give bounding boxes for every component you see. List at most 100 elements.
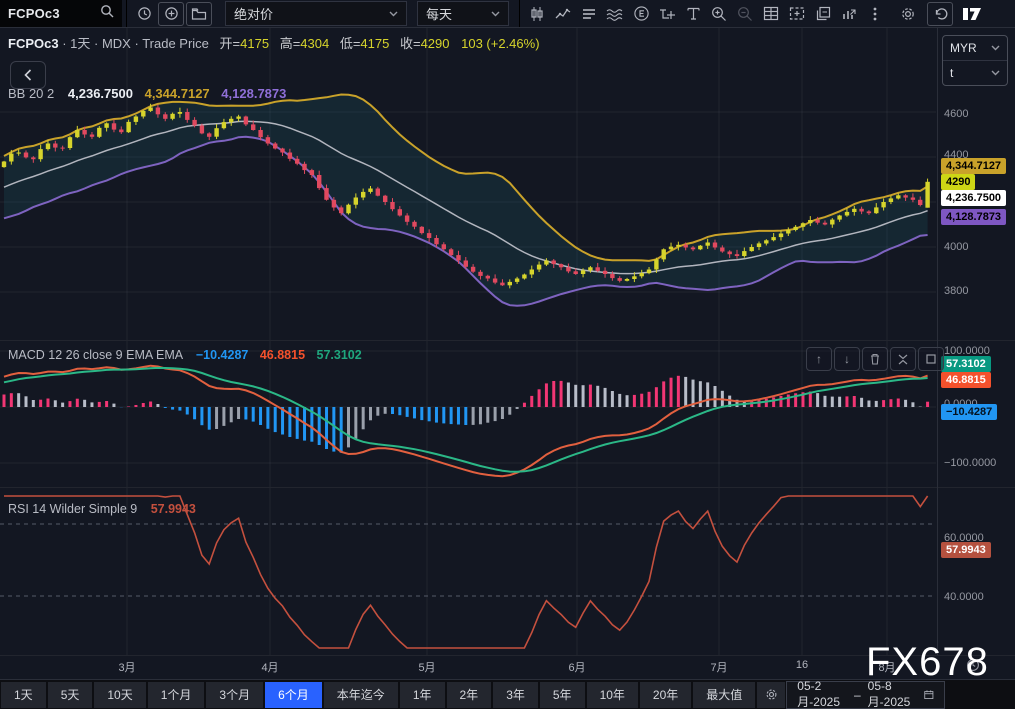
- range-ytd[interactable]: 本年迄今: [324, 682, 398, 708]
- range-max[interactable]: 最大值: [693, 682, 755, 708]
- rsi-tick: 40.0000: [944, 590, 984, 604]
- price-tick: 3800: [944, 284, 968, 298]
- trading-chart-app: FCPOc3 绝对价 每天: [0, 0, 1015, 709]
- macd-line-chip: 46.8815: [941, 372, 991, 388]
- indicator-add-icon[interactable]: [655, 3, 679, 25]
- rsi-label: RSI 14 Wilder Simple 9: [8, 502, 137, 516]
- rsi-value: 57.9943: [151, 502, 196, 516]
- pane-move-down-button[interactable]: ↓: [834, 347, 860, 371]
- settings-gear-icon[interactable]: [896, 3, 920, 25]
- range-10d[interactable]: 10天: [94, 682, 145, 708]
- bb-lower-value: 4,128.7873: [221, 86, 286, 101]
- rsi-legend: RSI 14 Wilder Simple 9 57.9943: [8, 502, 196, 516]
- macd-hist-value: −10.4287: [196, 348, 248, 362]
- pane-delete-button[interactable]: [862, 347, 888, 371]
- table-icon[interactable]: [759, 3, 783, 25]
- time-axis-label: 5月: [418, 659, 435, 675]
- symbol-legend: FCPOc3 · 1天 · MDX · Trade Price 开=4175 高…: [8, 33, 540, 52]
- pane-separator[interactable]: [0, 340, 1015, 341]
- price-tick: 4600: [944, 107, 968, 121]
- history-clock-icon[interactable]: [132, 3, 156, 25]
- close-label: 收=: [400, 36, 421, 51]
- range-1m[interactable]: 1个月: [148, 682, 205, 708]
- chevron-down-icon: [491, 11, 500, 17]
- text-tool-icon[interactable]: [681, 3, 705, 25]
- open-value: 4175: [240, 36, 269, 51]
- close-value: 4290: [421, 36, 450, 51]
- top-toolbar: FCPOc3 绝对价 每天: [0, 0, 1015, 28]
- range-20y[interactable]: 20年: [640, 682, 691, 708]
- chevron-down-icon: [991, 70, 1000, 76]
- range-3y[interactable]: 3年: [493, 682, 538, 708]
- zoom-out-icon[interactable]: [733, 3, 757, 25]
- range-settings-gear-icon[interactable]: [757, 682, 785, 708]
- date-from: 05-2月-2025: [797, 679, 847, 709]
- legend-series: Trade Price: [142, 36, 209, 51]
- range-1y[interactable]: 1年: [400, 682, 445, 708]
- copy-layout-icon[interactable]: [811, 3, 835, 25]
- range-2y[interactable]: 2年: [447, 682, 492, 708]
- range-toolbar: 1天 5天 10天 1个月 3个月 6个月 本年迄今 1年 2年 3年 5年 1…: [0, 679, 1015, 709]
- circle-e-icon[interactable]: [629, 3, 653, 25]
- back-button[interactable]: [10, 61, 46, 89]
- macd-legend: MACD 12 26 close 9 EMA EMA −10.4287 46.8…: [8, 348, 362, 362]
- bb-lower-chip: 4,128.7873: [941, 209, 1006, 225]
- macd-signal-chip: 57.3102: [941, 356, 991, 372]
- rsi-value-chip: 57.9943: [941, 542, 991, 558]
- range-10y[interactable]: 10年: [587, 682, 638, 708]
- toolbar-divider: [519, 0, 520, 27]
- bar-stats-icon[interactable]: [837, 3, 861, 25]
- layers-icon[interactable]: [577, 3, 601, 25]
- macd-line-value: 46.8815: [260, 348, 305, 362]
- waves-icon[interactable]: [603, 3, 627, 25]
- screenshot-icon[interactable]: [785, 3, 809, 25]
- bb-basis-chip: 4,236.7500: [941, 190, 1006, 206]
- search-icon: [100, 4, 114, 23]
- legend-interval: 1天: [70, 36, 90, 51]
- macd-hist-chip: −10.4287: [941, 404, 997, 420]
- chevron-down-icon: [991, 45, 1000, 51]
- price-mode-dropdown[interactable]: 绝对价: [225, 1, 407, 26]
- time-axis[interactable]: 3月4月5月6月7月168月: [0, 656, 1015, 678]
- bb-upper-value: 4,344.7127: [145, 86, 210, 101]
- pane-separator[interactable]: [0, 487, 1015, 488]
- time-axis-label: 6月: [568, 659, 585, 675]
- range-5y[interactable]: 5年: [540, 682, 585, 708]
- time-axis-label: 7月: [710, 659, 727, 675]
- pane-maximize-button[interactable]: [918, 347, 944, 371]
- line-chart-icon[interactable]: [551, 3, 575, 25]
- bb-basis-value: 4,236.7500: [68, 86, 133, 101]
- price-axis[interactable]: MYR t 4600 4400 4000 3800 4,344.7127 429…: [937, 28, 1015, 655]
- candles-style-icon[interactable]: [525, 3, 549, 25]
- unit-dropdown[interactable]: t: [943, 60, 1007, 85]
- more-dots-icon[interactable]: [863, 3, 887, 25]
- range-1d[interactable]: 1天: [1, 682, 46, 708]
- symbol-search[interactable]: FCPOc3: [0, 0, 122, 27]
- folder-icon[interactable]: [186, 2, 212, 26]
- price-tick: 4000: [944, 240, 968, 254]
- low-label: 低=: [340, 36, 361, 51]
- undo-icon[interactable]: [927, 2, 953, 26]
- open-label: 开=: [220, 36, 241, 51]
- bb-upper-chip: 4,344.7127: [941, 158, 1006, 174]
- macd-pane[interactable]: [0, 341, 936, 487]
- zoom-in-icon[interactable]: [707, 3, 731, 25]
- bb-legend: BB 20 2 4,236.7500 4,344.7127 4,128.7873: [8, 86, 286, 101]
- range-6m[interactable]: 6个月: [265, 682, 322, 708]
- tradingview-logo[interactable]: [960, 3, 984, 25]
- interval-dropdown[interactable]: 每天: [417, 1, 509, 26]
- currency-dropdown[interactable]: MYR: [943, 36, 1007, 60]
- main-price-pane[interactable]: [0, 28, 936, 340]
- high-label: 高=: [280, 36, 301, 51]
- range-5d[interactable]: 5天: [48, 682, 93, 708]
- add-circle-icon[interactable]: [158, 2, 184, 26]
- legend-exchange: MDX: [102, 36, 131, 51]
- chevron-down-icon: [389, 11, 398, 17]
- time-axis-label: 3月: [118, 659, 135, 675]
- time-axis-label: 4月: [261, 659, 278, 675]
- pane-collapse-button[interactable]: [890, 347, 916, 371]
- range-3m[interactable]: 3个月: [206, 682, 263, 708]
- price-mode-value: 绝对价: [234, 4, 273, 23]
- currency-unit-selector: MYR t: [942, 35, 1008, 86]
- pane-move-up-button[interactable]: ↑: [806, 347, 832, 371]
